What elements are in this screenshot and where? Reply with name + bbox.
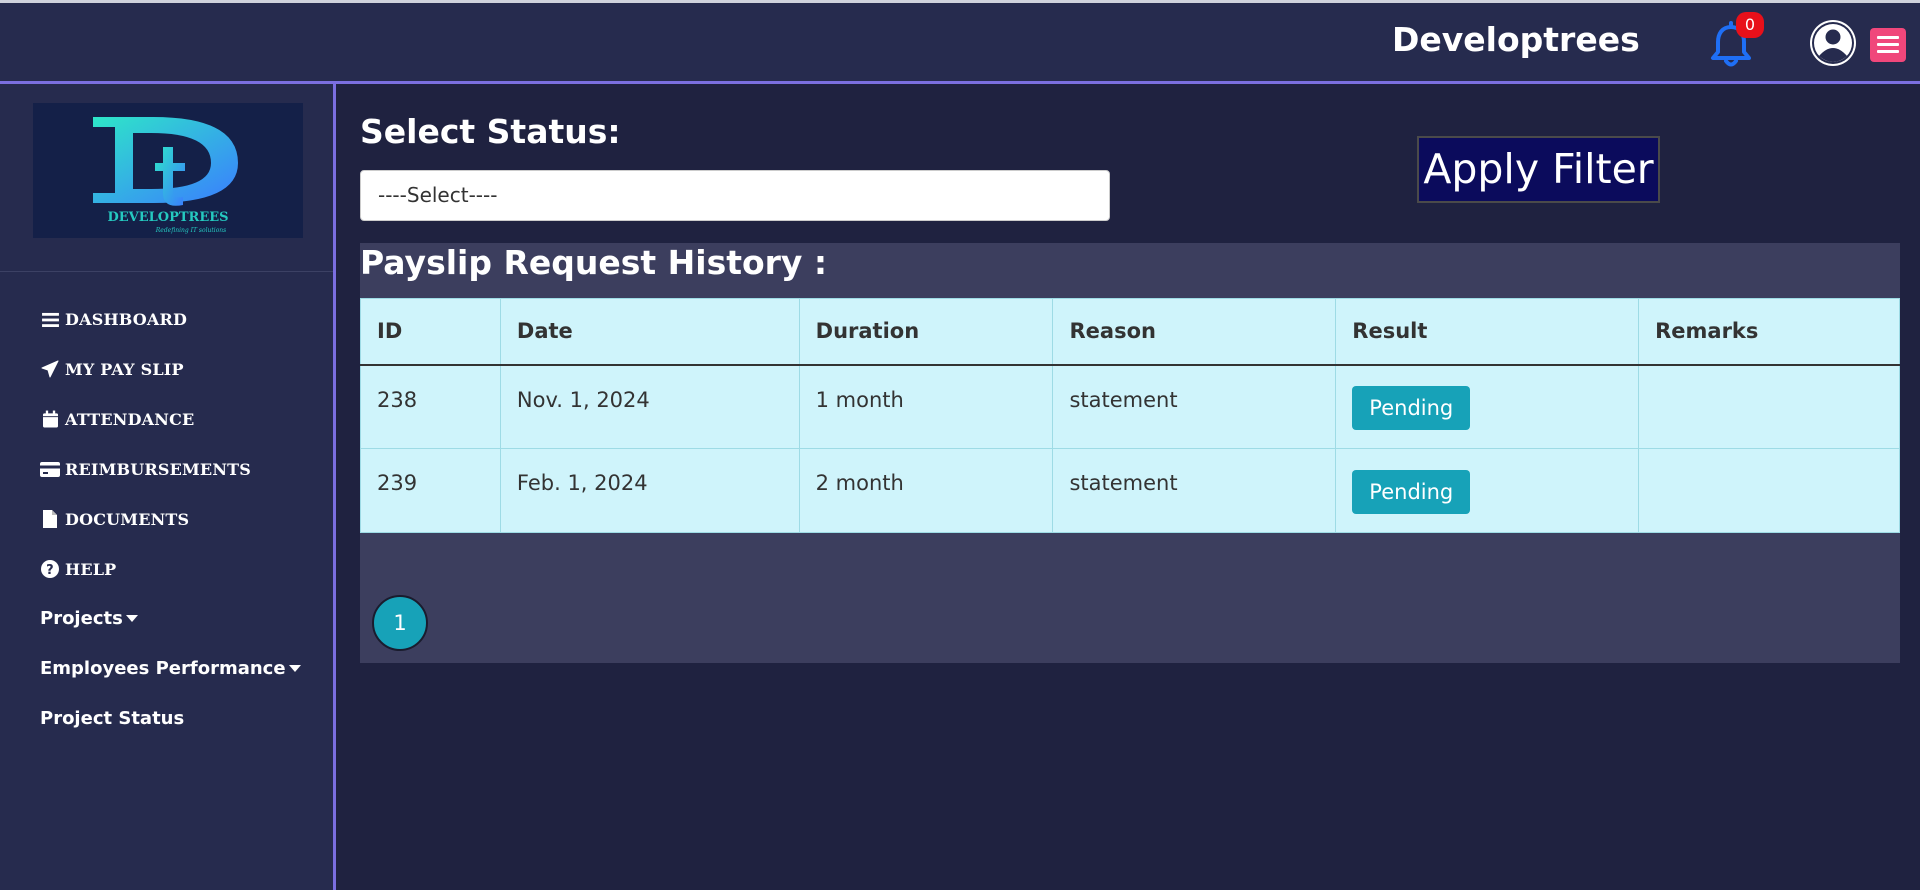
sidebar-item-reimbursements[interactable]: REIMBURSEMENTS <box>40 454 251 484</box>
table-row: 239 Feb. 1, 2024 2 month statement Pendi… <box>360 448 1900 533</box>
cell-duration: 2 month <box>798 448 1054 533</box>
question-circle-icon: ? <box>40 559 60 579</box>
cell-result: Pending <box>1335 364 1640 449</box>
cell-id: 238 <box>360 364 501 449</box>
sidebar-item-label: REIMBURSEMENTS <box>65 459 252 479</box>
sidebar-item-label: DASHBOARD <box>65 309 188 329</box>
table-header-row: ID Date Duration Reason Result Remarks <box>360 298 1900 366</box>
status-select[interactable]: ----Select---- <box>360 170 1110 221</box>
sidebar-item-employees-performance[interactable]: Employees Performance <box>40 653 301 683</box>
company-logo[interactable]: DEVELOPTREES Redefining IT solutions <box>33 103 303 238</box>
cell-reason: statement <box>1052 448 1337 533</box>
notification-badge: 0 <box>1736 12 1764 38</box>
apply-filter-button[interactable]: Apply Filter <box>1417 136 1660 203</box>
cell-result: Pending <box>1335 448 1640 533</box>
sidebar-divider <box>0 271 333 272</box>
column-header-duration[interactable]: Duration <box>798 298 1054 366</box>
sidebar-item-attendance[interactable]: ATTENDANCE <box>40 404 194 434</box>
svg-text:?: ? <box>46 563 54 578</box>
sidebar-item-label: Projects <box>40 607 123 629</box>
sidebar-item-label: DOCUMENTS <box>65 509 190 529</box>
caret-down-icon <box>288 664 301 672</box>
sidebar-item-label: HELP <box>65 559 117 579</box>
table-row: 238 Nov. 1, 2024 1 month statement Pendi… <box>360 364 1900 449</box>
hamburger-menu-button[interactable] <box>1870 28 1906 62</box>
payslip-history-panel: Payslip Request History : ID Date Durati… <box>360 243 1900 663</box>
sidebar-item-label: Employees Performance <box>40 657 286 679</box>
sidebar-item-label: MY PAY SLIP <box>65 359 184 379</box>
logo-text: DEVELOPTREES <box>107 210 228 225</box>
pending-status-button[interactable]: Pending <box>1352 385 1471 430</box>
cell-date: Feb. 1, 2024 <box>499 448 800 533</box>
cell-remarks <box>1638 448 1900 533</box>
top-navbar: Developtrees 0 <box>0 0 1920 84</box>
column-header-date[interactable]: Date <box>499 298 800 366</box>
file-icon <box>40 509 60 529</box>
column-header-reason[interactable]: Reason <box>1052 298 1337 366</box>
pagination-page-button[interactable]: 1 <box>372 595 428 651</box>
sidebar-item-documents[interactable]: DOCUMENTS <box>40 504 189 534</box>
column-header-result[interactable]: Result <box>1335 298 1640 366</box>
cell-reason: statement <box>1052 364 1337 449</box>
sidebar-item-project-status[interactable]: Project Status <box>40 703 184 733</box>
column-header-id[interactable]: ID <box>360 298 501 366</box>
paper-plane-icon <box>40 359 60 379</box>
select-status-label: Select Status: <box>360 112 621 151</box>
sidebar-item-my-pay-slip[interactable]: MY PAY SLIP <box>40 354 184 384</box>
column-header-remarks[interactable]: Remarks <box>1638 298 1900 366</box>
sidebar-item-label: ATTENDANCE <box>65 409 195 429</box>
logo-tagline: Redefining IT solutions <box>155 227 227 234</box>
bars-icon <box>40 309 60 329</box>
sidebar: DEVELOPTREES Redefining IT solutions DAS… <box>0 84 336 890</box>
cell-duration: 1 month <box>798 364 1054 449</box>
section-title: Payslip Request History : <box>360 243 828 282</box>
payslip-history-table: ID Date Duration Reason Result Remarks 2… <box>360 298 1900 533</box>
brand-name: Developtrees <box>1392 20 1640 59</box>
pending-status-button[interactable]: Pending <box>1352 469 1471 514</box>
credit-card-icon <box>40 459 60 479</box>
sidebar-item-help[interactable]: ? HELP <box>40 554 116 584</box>
cell-id: 239 <box>360 448 501 533</box>
user-avatar-icon[interactable] <box>1810 20 1856 66</box>
cell-remarks <box>1638 364 1900 449</box>
calendar-icon <box>40 409 60 429</box>
sidebar-item-label: Project Status <box>40 707 185 729</box>
sidebar-item-dashboard[interactable]: DASHBOARD <box>40 304 187 334</box>
cell-date: Nov. 1, 2024 <box>499 364 800 449</box>
sidebar-item-projects[interactable]: Projects <box>40 603 138 633</box>
caret-down-icon <box>125 614 138 622</box>
